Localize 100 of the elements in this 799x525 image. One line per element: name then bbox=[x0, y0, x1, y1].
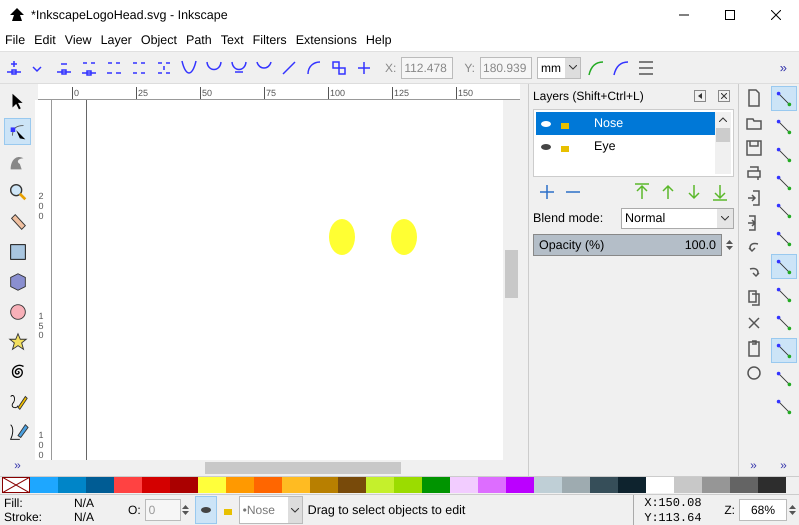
snap-icon bbox=[774, 398, 792, 416]
unit-dropdown[interactable]: mm bbox=[537, 56, 582, 78]
color-swatch[interactable] bbox=[86, 477, 114, 493]
collapse-button[interactable] bbox=[694, 90, 706, 102]
triangle-left-icon bbox=[698, 93, 702, 99]
close-button[interactable] bbox=[718, 90, 730, 102]
snap-toggle[interactable] bbox=[770, 338, 796, 363]
overflow-button[interactable]: » bbox=[750, 456, 757, 474]
menu-item[interactable]: View bbox=[60, 31, 96, 50]
spin-up-icon[interactable] bbox=[182, 505, 190, 509]
snap-toggle[interactable] bbox=[770, 254, 796, 279]
opacity-label: Opacity (%) bbox=[539, 236, 604, 254]
spin-down-icon[interactable] bbox=[726, 246, 732, 250]
chevron-down-icon[interactable] bbox=[568, 65, 577, 70]
fill-value: N/A bbox=[74, 496, 96, 510]
color-swatch[interactable] bbox=[562, 477, 590, 493]
color-swatch[interactable] bbox=[758, 477, 786, 493]
ruler-label: 100 bbox=[38, 431, 45, 462]
spin-down-icon[interactable] bbox=[788, 511, 796, 515]
cursor-y-label: Y: bbox=[644, 510, 658, 524]
color-swatch[interactable] bbox=[58, 477, 86, 493]
ellipse bbox=[329, 219, 355, 255]
opacity-value: 100.0 bbox=[684, 236, 716, 254]
color-swatch[interactable] bbox=[170, 477, 198, 493]
overflow-button[interactable]: » bbox=[14, 456, 21, 474]
scrollbar-thumb[interactable] bbox=[205, 462, 401, 474]
color-swatch[interactable] bbox=[422, 477, 450, 493]
command-icon[interactable] bbox=[744, 138, 764, 158]
spin-up-icon[interactable] bbox=[726, 240, 732, 244]
overflow-button[interactable]: » bbox=[780, 456, 787, 474]
maximize-icon bbox=[725, 10, 735, 20]
spin-up-icon[interactable] bbox=[788, 505, 796, 509]
menu-item[interactable]: Object bbox=[136, 31, 181, 50]
layer-dropdown[interactable]: •Nose bbox=[238, 496, 303, 524]
color-swatch[interactable] bbox=[254, 477, 282, 493]
no-paint-swatch[interactable] bbox=[2, 477, 30, 493]
menu-item[interactable]: Help bbox=[362, 31, 396, 50]
scrollbar-thumb[interactable] bbox=[505, 250, 518, 298]
chevron-down-icon[interactable] bbox=[721, 216, 729, 220]
window-title: *InkscapeLogoHead.svg - Inkscape bbox=[31, 6, 228, 24]
color-swatch[interactable] bbox=[618, 477, 646, 493]
eye-icon[interactable] bbox=[540, 142, 552, 152]
menu-item[interactable]: Edit bbox=[30, 31, 60, 50]
zoom-field[interactable]: 68% bbox=[739, 499, 787, 521]
menu-item[interactable]: Extensions bbox=[292, 31, 361, 50]
menu-item[interactable]: Filters bbox=[248, 31, 291, 50]
color-swatch[interactable] bbox=[590, 477, 618, 493]
color-swatch[interactable] bbox=[30, 477, 58, 493]
close-icon bbox=[721, 93, 727, 99]
layer-name: Nose bbox=[594, 115, 624, 132]
spin-down-icon[interactable] bbox=[182, 511, 190, 515]
color-swatch[interactable] bbox=[198, 477, 226, 493]
color-swatch[interactable] bbox=[114, 477, 142, 493]
color-swatch[interactable] bbox=[730, 477, 758, 493]
menu-item[interactable]: Text bbox=[216, 31, 248, 50]
color-swatch[interactable] bbox=[366, 477, 394, 493]
fill-label: Fill: bbox=[4, 496, 24, 510]
add-icon[interactable] bbox=[537, 182, 557, 202]
zoom-label: Z: bbox=[724, 502, 735, 519]
color-swatch[interactable] bbox=[226, 477, 254, 493]
color-swatch[interactable] bbox=[674, 477, 702, 493]
menu-item[interactable]: Path bbox=[182, 31, 216, 50]
snap-icon bbox=[774, 118, 792, 136]
scrollbar-thumb[interactable] bbox=[716, 128, 730, 142]
menu-item[interactable]: File bbox=[1, 31, 30, 50]
color-swatch[interactable] bbox=[534, 477, 562, 493]
layer-row[interactable]: Eye bbox=[536, 135, 715, 158]
snap-icon bbox=[774, 286, 792, 304]
status-message: Drag to select objects to edit bbox=[308, 502, 466, 519]
blend-mode-dropdown[interactable]: Normal bbox=[621, 208, 734, 228]
overflow-button[interactable]: » bbox=[780, 58, 787, 78]
chevron-up-icon[interactable] bbox=[719, 117, 727, 122]
ruler-label: 125 bbox=[392, 87, 456, 99]
color-swatch[interactable] bbox=[702, 477, 730, 493]
snap-icon bbox=[774, 174, 792, 192]
snap-icon bbox=[774, 202, 792, 220]
color-swatch[interactable] bbox=[142, 477, 170, 493]
ruler-label: 50 bbox=[200, 87, 264, 99]
color-swatch[interactable] bbox=[646, 477, 674, 493]
color-swatch[interactable] bbox=[310, 477, 338, 493]
color-swatch[interactable] bbox=[338, 477, 366, 493]
snap-icon bbox=[774, 342, 792, 360]
layer-row[interactable]: Nose bbox=[536, 112, 715, 135]
eye-icon[interactable] bbox=[540, 118, 552, 128]
visibility-toggle[interactable] bbox=[194, 496, 217, 524]
list-scrollbar[interactable] bbox=[715, 112, 731, 174]
stroke-value: N/A bbox=[74, 510, 96, 524]
eye-icon bbox=[200, 506, 212, 514]
color-swatch[interactable] bbox=[282, 477, 310, 493]
chevron-down-icon[interactable] bbox=[290, 508, 299, 512]
app-logo-icon bbox=[9, 7, 25, 23]
snap-toggle[interactable] bbox=[770, 86, 796, 111]
ellipse bbox=[391, 219, 417, 255]
menu-item[interactable]: Layer bbox=[96, 31, 136, 50]
cursor-x-label: X: bbox=[644, 496, 658, 510]
color-swatch[interactable] bbox=[506, 477, 534, 493]
color-swatch[interactable] bbox=[450, 477, 478, 493]
color-swatch[interactable] bbox=[394, 477, 422, 493]
color-swatch[interactable] bbox=[478, 477, 506, 493]
opacity-slider[interactable]: Opacity (%) 100.0 bbox=[533, 234, 722, 256]
